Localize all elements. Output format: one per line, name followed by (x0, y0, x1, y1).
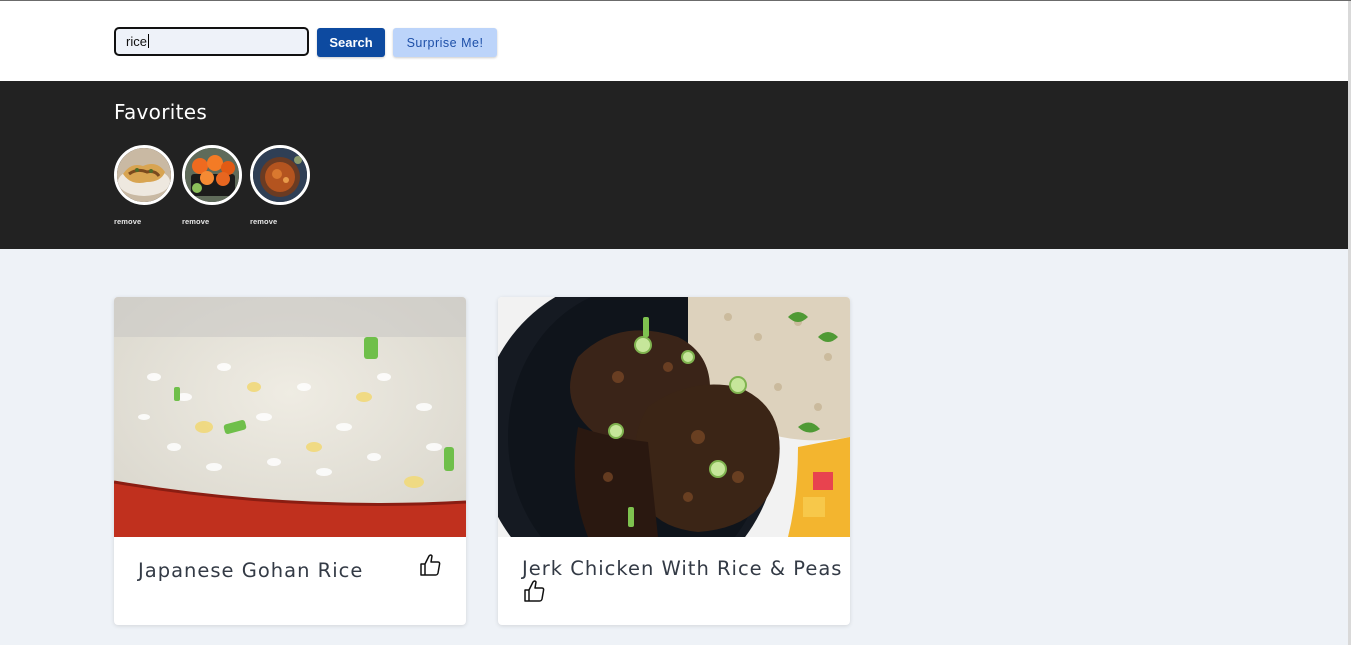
surprise-me-button[interactable]: Surprise Me! (393, 28, 497, 57)
recipe-card[interactable]: Jerk Chicken With Rice & Peas (498, 297, 850, 625)
recipe-title: Japanese Gohan Rice (138, 559, 364, 582)
favorite-thumbnail[interactable] (182, 145, 242, 205)
favorites-title: Favorites (114, 100, 208, 124)
thumbs-up-icon[interactable] (419, 553, 441, 577)
favorites-section: Favorites remove remove remove (0, 81, 1348, 249)
text-caret (147, 34, 149, 48)
favorite-item: remove (250, 145, 310, 226)
favorite-remove-link[interactable]: remove (250, 217, 277, 226)
recipe-card[interactable]: Japanese Gohan Rice (114, 297, 466, 625)
thumbs-up-icon[interactable] (523, 579, 545, 603)
recipe-image[interactable] (498, 297, 850, 537)
search-input-value: rice (126, 34, 147, 49)
search-input[interactable]: rice (114, 27, 309, 56)
recipe-title: Jerk Chicken With Rice & Peas (522, 557, 843, 580)
favorite-remove-link[interactable]: remove (114, 217, 141, 226)
favorite-thumbnail[interactable] (114, 145, 174, 205)
search-header: rice Search Surprise Me! (0, 1, 1348, 81)
search-button[interactable]: Search (317, 28, 385, 57)
favorite-item: remove (114, 145, 174, 226)
favorite-item: remove (182, 145, 242, 226)
favorite-remove-link[interactable]: remove (182, 217, 209, 226)
recipe-image[interactable] (114, 297, 466, 537)
favorite-thumbnail[interactable] (250, 145, 310, 205)
